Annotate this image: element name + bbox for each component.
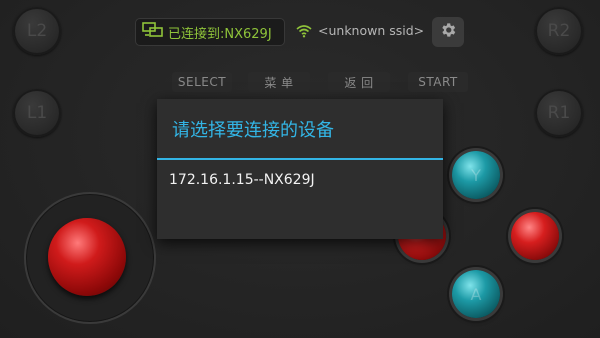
- gear-icon: [439, 21, 457, 43]
- settings-button[interactable]: [432, 17, 464, 47]
- face-button-right[interactable]: [511, 212, 559, 260]
- ssid-label: <unknown ssid>: [318, 23, 425, 38]
- dialog-title: 请选择要连接的设备: [172, 119, 334, 141]
- face-button-bottom[interactable]: A: [452, 270, 500, 318]
- device-list-item[interactable]: 172.16.1.15--NX629J: [157, 160, 443, 200]
- face-button-top-label: Y: [471, 165, 481, 185]
- l1-button[interactable]: L1: [13, 89, 61, 137]
- select-label: SELECT: [177, 75, 227, 89]
- connected-icon: [142, 22, 164, 42]
- l1-label: L1: [26, 103, 48, 123]
- l2-button[interactable]: L2: [13, 7, 61, 55]
- r1-button[interactable]: R1: [535, 89, 583, 137]
- device-select-dialog: 请选择要连接的设备 172.16.1.15--NX629J: [157, 99, 443, 239]
- l2-label: L2: [26, 21, 48, 41]
- face-button-bottom-label: A: [470, 284, 482, 304]
- r2-label: R2: [547, 21, 571, 41]
- back-button[interactable]: 返 回: [328, 72, 390, 92]
- joystick-knob[interactable]: [48, 218, 126, 296]
- back-label: 返 回: [344, 75, 374, 90]
- r2-button[interactable]: R2: [535, 7, 583, 55]
- wifi-icon: [296, 23, 312, 42]
- menu-label: 菜 单: [264, 75, 294, 90]
- connected-label: 已连接到:NX629J: [168, 26, 272, 42]
- face-button-top[interactable]: Y: [452, 151, 500, 199]
- start-label: START: [418, 75, 458, 89]
- select-button[interactable]: SELECT: [172, 72, 232, 92]
- menu-button[interactable]: 菜 单: [248, 72, 310, 92]
- connection-status[interactable]: 已连接到:NX629J: [135, 18, 285, 46]
- gamepad-screen: L2 R2 L1 R1 已连接到:NX629J <unknown ssid> S…: [0, 0, 600, 338]
- start-button[interactable]: START: [408, 72, 468, 92]
- r1-label: R1: [547, 103, 571, 123]
